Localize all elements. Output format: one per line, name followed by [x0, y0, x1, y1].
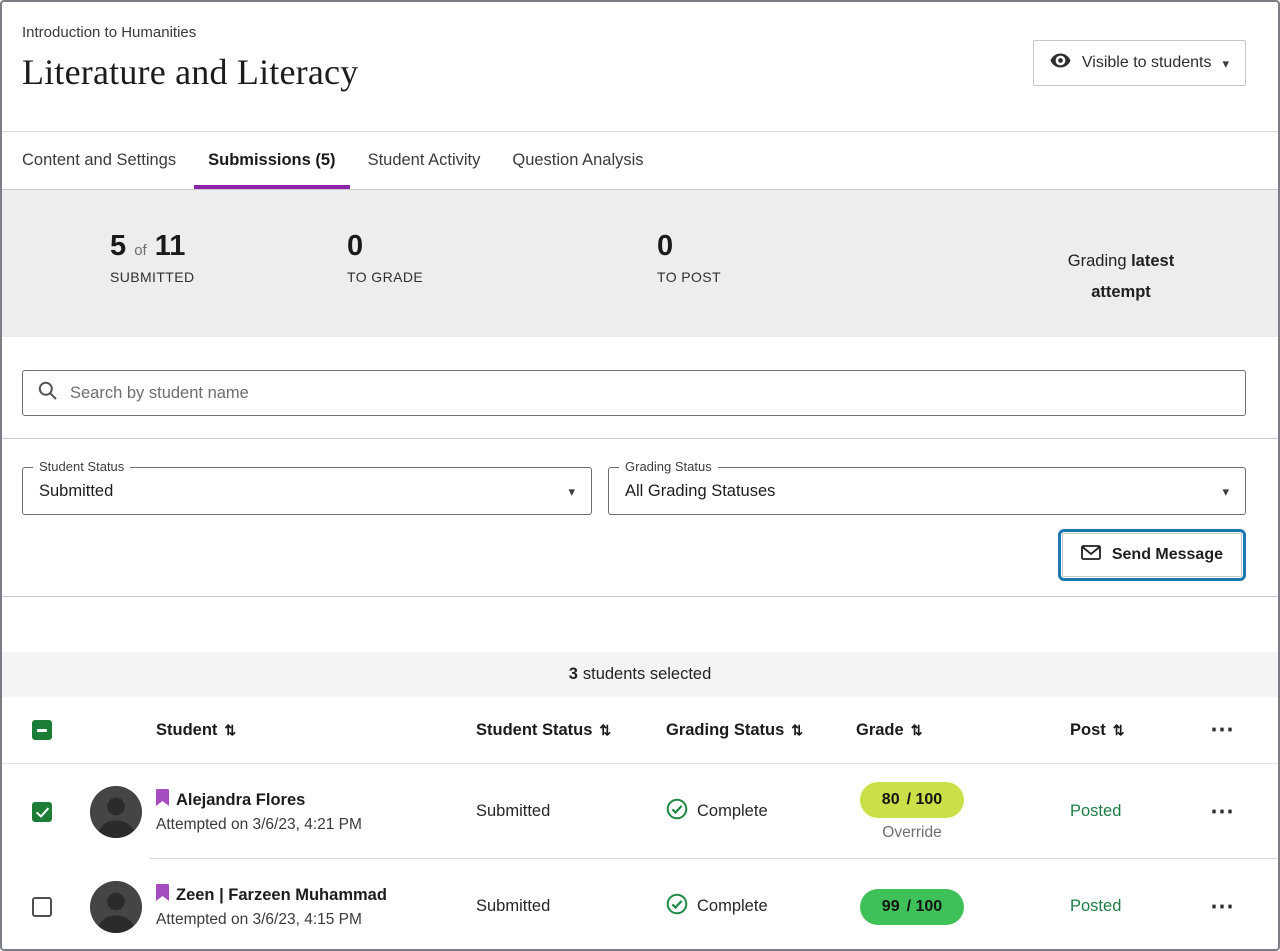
- grade-pill[interactable]: 80 / 100: [860, 782, 964, 818]
- eye-icon: [1050, 53, 1071, 73]
- select-all-checkbox[interactable]: [32, 720, 52, 740]
- table-row: Zeen | Farzeen Muhammad Attempted on 3/6…: [2, 859, 1278, 951]
- complete-check-icon: [666, 798, 688, 825]
- grade-cell: 99 / 100: [860, 889, 964, 925]
- attempt-timestamp: Attempted on 3/6/23, 4:15 PM: [156, 911, 468, 929]
- grading-status-cell: Complete: [658, 893, 848, 920]
- column-header-post[interactable]: Post ⇅: [1058, 721, 1208, 740]
- student-status-value: Submitted: [39, 482, 113, 501]
- to-post-label: TO POST: [657, 269, 721, 285]
- grading-status-select[interactable]: Grading Status All Grading Statuses ▾: [608, 467, 1246, 515]
- sort-icon: ⇅: [791, 722, 803, 739]
- assessment-submissions-page: Introduction to Humanities Literature an…: [0, 0, 1280, 951]
- grading-prefix: Grading: [1068, 252, 1127, 270]
- accommodation-flag-icon: [156, 884, 169, 906]
- stat-submitted: 5 of 11 SUBMITTED: [110, 232, 195, 285]
- visibility-label: Visible to students: [1082, 54, 1212, 72]
- to-grade-label: TO GRADE: [347, 269, 423, 285]
- accommodation-flag-icon: [156, 789, 169, 811]
- student-status-label: Student Status: [33, 459, 130, 474]
- sort-icon: ⇅: [224, 722, 236, 739]
- student-status-value: Submitted: [468, 802, 658, 821]
- send-message-label: Send Message: [1112, 546, 1223, 564]
- avatar: [90, 881, 142, 933]
- submitted-of-label: of: [134, 242, 147, 259]
- student-name[interactable]: Alejandra Flores: [176, 791, 305, 810]
- filter-section: Student Status Submitted ▾ Grading Statu…: [2, 439, 1278, 597]
- tab-content-and-settings[interactable]: Content and Settings: [22, 132, 176, 189]
- student-name[interactable]: Zeen | Farzeen Muhammad: [176, 886, 387, 905]
- grading-status-value: Complete: [697, 802, 768, 821]
- page-title: Literature and Literacy: [22, 51, 358, 93]
- student-status-value: Submitted: [468, 897, 658, 916]
- student-cell: Alejandra Flores Attempted on 3/6/23, 4:…: [152, 789, 468, 834]
- post-status[interactable]: Posted: [1058, 897, 1208, 916]
- chevron-down-icon: ▾: [1222, 57, 1229, 70]
- chevron-down-icon: ▾: [568, 485, 575, 498]
- grading-status-value: Complete: [697, 897, 768, 916]
- avatar: [90, 786, 142, 838]
- grade-pill[interactable]: 99 / 100: [860, 889, 964, 925]
- complete-check-icon: [666, 893, 688, 920]
- visibility-dropdown-button[interactable]: Visible to students ▾: [1033, 40, 1246, 86]
- selection-summary-bar: 3 students selected: [2, 652, 1278, 697]
- tab-student-activity[interactable]: Student Activity: [368, 132, 481, 189]
- row-checkbox[interactable]: [32, 897, 52, 917]
- tab-bar: Content and Settings Submissions (5) Stu…: [2, 132, 1278, 190]
- header-titles: Introduction to Humanities Literature an…: [22, 24, 358, 93]
- row-checkbox[interactable]: [32, 802, 52, 822]
- submitted-label: SUBMITTED: [110, 269, 195, 285]
- sort-icon: ⇅: [911, 722, 923, 739]
- breadcrumb: Introduction to Humanities: [22, 24, 358, 41]
- table-row: Alejandra Flores Attempted on 3/6/23, 4:…: [2, 764, 1278, 859]
- stat-to-post: 0 TO POST: [657, 232, 721, 285]
- tab-question-analysis[interactable]: Question Analysis: [512, 132, 643, 189]
- chevron-down-icon: ▾: [1222, 485, 1229, 498]
- grading-status-value: All Grading Statuses: [625, 482, 775, 501]
- send-message-button[interactable]: Send Message: [1062, 533, 1242, 577]
- column-header-grading-status[interactable]: Grading Status ⇅: [658, 721, 848, 740]
- override-label: Override: [882, 824, 941, 842]
- selected-count: 3: [569, 665, 578, 684]
- sort-icon: ⇅: [1113, 722, 1125, 739]
- search-box: [22, 370, 1246, 416]
- attempt-timestamp: Attempted on 3/6/23, 4:21 PM: [156, 816, 468, 834]
- tab-submissions[interactable]: Submissions (5): [194, 132, 349, 189]
- table-header-row: Student ⇅ Student Status ⇅ Grading Statu…: [2, 697, 1278, 764]
- column-header-student-status[interactable]: Student Status ⇅: [468, 721, 658, 740]
- grade-cell: 80 / 100 Override: [860, 782, 964, 842]
- submitted-total: 11: [155, 230, 186, 262]
- to-post-count: 0: [657, 232, 721, 261]
- student-cell: Zeen | Farzeen Muhammad Attempted on 3/6…: [152, 884, 468, 929]
- grading-mode-text: Grading latest attempt: [1046, 246, 1196, 307]
- stats-band: 5 of 11 SUBMITTED 0 TO GRADE 0 TO POST G…: [2, 190, 1278, 337]
- page-header: Introduction to Humanities Literature an…: [2, 2, 1278, 132]
- filter-row: Student Status Submitted ▾ Grading Statu…: [22, 467, 1246, 515]
- sort-icon: ⇅: [599, 722, 611, 739]
- search-section: [2, 337, 1278, 439]
- selected-suffix: students selected: [583, 665, 711, 684]
- search-input[interactable]: [70, 384, 1230, 403]
- send-message-row: Send Message: [22, 533, 1246, 577]
- column-header-student[interactable]: Student ⇅: [152, 721, 468, 740]
- search-icon: [38, 381, 57, 405]
- to-grade-count: 0: [347, 232, 423, 261]
- submitted-count: 5: [110, 230, 126, 262]
- grading-status-label: Grading Status: [619, 459, 718, 474]
- post-status[interactable]: Posted: [1058, 802, 1208, 821]
- column-header-grade[interactable]: Grade ⇅: [848, 721, 1058, 740]
- grading-status-cell: Complete: [658, 798, 848, 825]
- student-status-select[interactable]: Student Status Submitted ▾: [22, 467, 592, 515]
- stat-to-grade: 0 TO GRADE: [347, 232, 423, 285]
- envelope-icon: [1081, 545, 1101, 565]
